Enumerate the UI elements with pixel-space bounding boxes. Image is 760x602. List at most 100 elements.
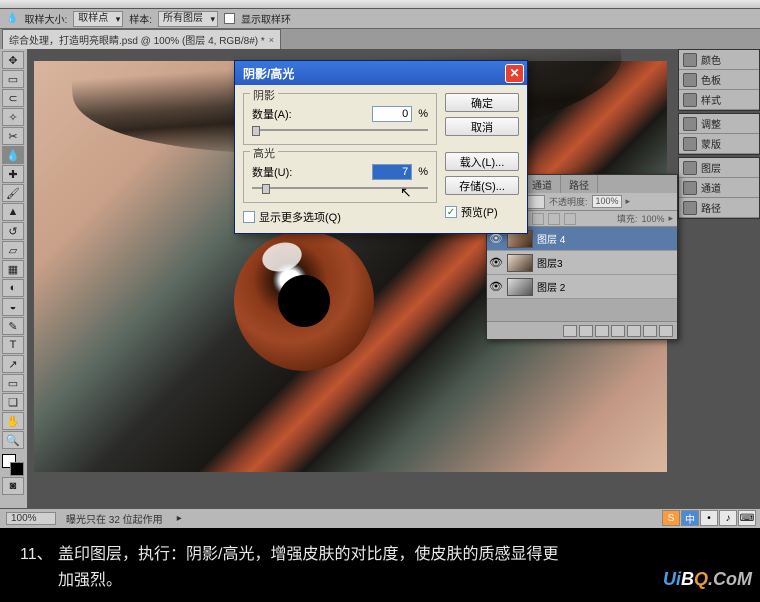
eraser-tool[interactable]: ▱	[2, 241, 24, 259]
preview-checkbox[interactable]: ✓	[445, 206, 457, 218]
fill-label: 填充:	[617, 212, 638, 225]
zoom-tool[interactable]: 🔍	[2, 431, 24, 449]
ime-sogou-icon[interactable]: S	[662, 510, 680, 526]
type-tool[interactable]: T	[2, 336, 24, 354]
crop-tool[interactable]: ✂	[2, 127, 24, 145]
marquee-tool[interactable]: ▭	[2, 70, 24, 88]
layer-name: 图层3	[537, 255, 563, 270]
ime-sound-icon[interactable]: ♪	[719, 510, 737, 526]
slider-thumb[interactable]	[262, 184, 270, 194]
wand-tool[interactable]: ✧	[2, 108, 24, 126]
background-swatch[interactable]	[10, 462, 24, 476]
blur-tool[interactable]: ◐	[2, 279, 24, 297]
paths-panel-tab[interactable]: 路径	[679, 198, 759, 218]
pen-tool[interactable]: ✎	[2, 317, 24, 335]
layer-thumbnail[interactable]	[507, 278, 533, 296]
slider-thumb[interactable]	[252, 126, 260, 136]
highlight-amount-input[interactable]	[372, 164, 412, 180]
mask-icon[interactable]	[595, 325, 609, 337]
lasso-tool[interactable]: ⊂	[2, 89, 24, 107]
gradient-tool[interactable]: ▦	[2, 260, 24, 278]
adjustment-layer-icon[interactable]	[611, 325, 625, 337]
shadows-highlights-dialog: 阴影/高光 ✕ 阴影 数量(A): % 高光	[234, 60, 528, 234]
sample-layers-dropdown[interactable]: 所有图层	[158, 11, 218, 27]
channels-icon	[683, 181, 697, 195]
fx-icon[interactable]	[579, 325, 593, 337]
lock-pixels-icon[interactable]	[532, 213, 544, 225]
cancel-button[interactable]: 取消	[445, 117, 519, 136]
tab-channels[interactable]: 通道	[524, 175, 561, 193]
highlight-amount-label: 数量(U):	[252, 164, 366, 180]
shadows-legend: 阴影	[250, 87, 278, 103]
brush-tool[interactable]: 🖌	[2, 184, 24, 202]
hand-tool[interactable]: ✋	[2, 412, 24, 430]
shape-tool[interactable]: ▭	[2, 374, 24, 392]
heal-tool[interactable]: ✚	[2, 165, 24, 183]
layer-empty-area	[487, 299, 677, 321]
lock-all-icon[interactable]	[564, 213, 576, 225]
ime-lang-icon[interactable]: 中	[681, 510, 699, 526]
tab-paths[interactable]: 路径	[561, 175, 598, 193]
opacity-label: 不透明度:	[549, 195, 588, 208]
layer-name: 图层 4	[537, 231, 565, 246]
fill-flyout-icon[interactable]: ▸	[668, 213, 673, 224]
close-icon[interactable]: ✕	[505, 64, 524, 83]
menu-bar	[0, 0, 760, 9]
color-swatches[interactable]	[2, 454, 24, 476]
more-options-checkbox[interactable]	[243, 211, 255, 223]
styles-icon	[683, 93, 697, 107]
visibility-icon[interactable]: 👁	[489, 280, 503, 294]
cursor-icon: ↖	[400, 184, 412, 201]
quickmask-tool[interactable]: ◙	[2, 477, 24, 495]
ime-toolbar: S 中 • ♪ ⌨	[662, 510, 756, 528]
status-hint: 曝光只在 32 位起作用	[66, 511, 163, 526]
swatches-panel-tab[interactable]: 色板	[679, 70, 759, 90]
color-panel-tab[interactable]: 颜色	[679, 50, 759, 70]
options-bar: 💧 取样大小: 取样点 样本: 所有图层 显示取样环	[0, 9, 760, 29]
ime-punct-icon[interactable]: •	[700, 510, 718, 526]
eyedropper-tool[interactable]: 💧	[2, 146, 24, 164]
lock-position-icon[interactable]	[548, 213, 560, 225]
3d-tool[interactable]: ❏	[2, 393, 24, 411]
adjustments-panel-tab[interactable]: 调整	[679, 114, 759, 134]
sample-size-dropdown[interactable]: 取样点	[73, 11, 123, 27]
close-tab-icon[interactable]: ×	[269, 35, 274, 45]
history-brush-tool[interactable]: ↺	[2, 222, 24, 240]
status-bar: 100% 曝光只在 32 位起作用 ▸	[0, 508, 760, 528]
opacity-value[interactable]: 100%	[592, 195, 622, 208]
layer-thumbnail[interactable]	[507, 254, 533, 272]
ime-keyboard-icon[interactable]: ⌨	[738, 510, 756, 526]
new-layer-icon[interactable]	[643, 325, 657, 337]
dialog-titlebar[interactable]: 阴影/高光 ✕	[235, 61, 527, 85]
preview-label: 预览(P)	[461, 204, 498, 220]
load-button[interactable]: 载入(L)...	[445, 152, 519, 171]
layer-row[interactable]: 👁 图层 2	[487, 275, 677, 299]
styles-panel-tab[interactable]: 样式	[679, 90, 759, 110]
status-flyout-icon[interactable]: ▸	[177, 513, 182, 524]
color-icon	[683, 53, 697, 67]
zoom-value[interactable]: 100%	[6, 512, 56, 525]
layers-panel-tab[interactable]: 图层	[679, 158, 759, 178]
sample-label: 样本:	[129, 11, 152, 26]
iris-area	[234, 231, 374, 371]
stamp-tool[interactable]: ▲	[2, 203, 24, 221]
right-panel-dock: 颜色 色板 样式 调整 蒙版 图层 通道 路径	[678, 49, 760, 508]
layer-row[interactable]: 👁 图层3	[487, 251, 677, 275]
fill-value[interactable]: 100%	[641, 214, 664, 224]
shadow-amount-input[interactable]	[372, 106, 412, 122]
dodge-tool[interactable]: ◒	[2, 298, 24, 316]
delete-layer-icon[interactable]	[659, 325, 673, 337]
save-button[interactable]: 存储(S)...	[445, 176, 519, 195]
group-icon[interactable]	[627, 325, 641, 337]
masks-panel-tab[interactable]: 蒙版	[679, 134, 759, 154]
ok-button[interactable]: 确定	[445, 93, 519, 112]
shadow-slider[interactable]	[252, 126, 428, 134]
opacity-flyout-icon[interactable]: ▸	[626, 196, 631, 207]
show-ring-checkbox[interactable]	[224, 13, 235, 24]
move-tool[interactable]: ✥	[2, 51, 24, 69]
link-layers-icon[interactable]	[563, 325, 577, 337]
document-tab[interactable]: 综合处理，打造明亮眼睛.psd @ 100% (图层 4, RGB/8#) * …	[2, 29, 281, 49]
visibility-icon[interactable]: 👁	[489, 256, 503, 270]
channels-panel-tab[interactable]: 通道	[679, 178, 759, 198]
path-tool[interactable]: ↗	[2, 355, 24, 373]
